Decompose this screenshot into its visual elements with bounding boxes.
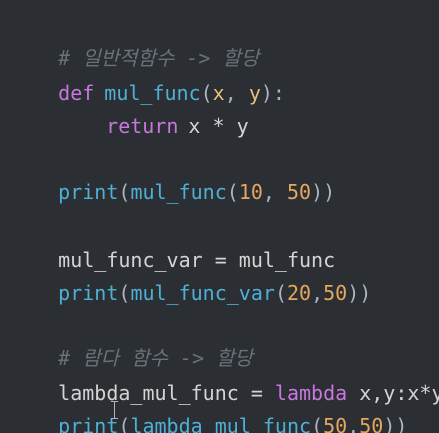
- keyword-return: return: [106, 114, 179, 138]
- call-name: mul_func_var: [130, 281, 275, 305]
- code-editor[interactable]: # 일반적함수 -> 할당 def mul_func(x, y): return x…: [0, 0, 439, 433]
- paren-open: (: [226, 180, 239, 204]
- param-y: y: [248, 81, 261, 105]
- code-line-11[interactable]: lambda_mul_func = lambda x,y:x*y: [10, 351, 439, 405]
- number-arg-2: 50: [323, 281, 348, 305]
- number-arg-1: 50: [323, 414, 348, 433]
- paren-close-colon: ):: [260, 81, 285, 105]
- number-arg-2: 50: [287, 180, 312, 204]
- builtin-print: print: [58, 180, 119, 204]
- number-arg-1: 20: [286, 281, 312, 305]
- number-arg-1: 10: [238, 180, 263, 204]
- code-line-3[interactable]: return x * y: [10, 84, 248, 138]
- code-line-8[interactable]: print(mul_func_var(20,50)): [10, 251, 371, 305]
- paren-open: (: [118, 180, 131, 204]
- number-arg-2: 50: [359, 414, 384, 433]
- call-name: mul_func: [130, 180, 227, 204]
- return-expression: x * y: [188, 114, 249, 138]
- text-cursor-icon: [110, 401, 119, 419]
- call-name: lambda_mul_func: [130, 414, 312, 433]
- paren-open: (: [118, 414, 131, 433]
- paren-close: )): [311, 180, 336, 204]
- code-line-12[interactable]: print(lambda_mul_func(50,50)): [10, 384, 407, 433]
- builtin-print: print: [58, 281, 119, 305]
- code-line-7[interactable]: mul_func_var = mul_func: [10, 218, 335, 272]
- paren-open: (: [311, 414, 324, 433]
- code-line-5[interactable]: print(mul_func(10, 50)): [10, 150, 335, 204]
- paren-close: )): [383, 414, 408, 433]
- code-line-1[interactable]: # 일반적함수 -> 할당: [10, 16, 259, 70]
- arg-separator: ,: [311, 281, 324, 305]
- paren-open: (: [274, 281, 287, 305]
- code-line-2[interactable]: def mul_func(x, y):: [10, 51, 285, 105]
- code-line-10[interactable]: # 람다 함수 -> 할당: [10, 316, 253, 370]
- arg-separator: ,: [262, 180, 287, 204]
- arg-separator: ,: [347, 414, 360, 433]
- paren-open: (: [118, 281, 131, 305]
- paren-close: )): [347, 281, 372, 305]
